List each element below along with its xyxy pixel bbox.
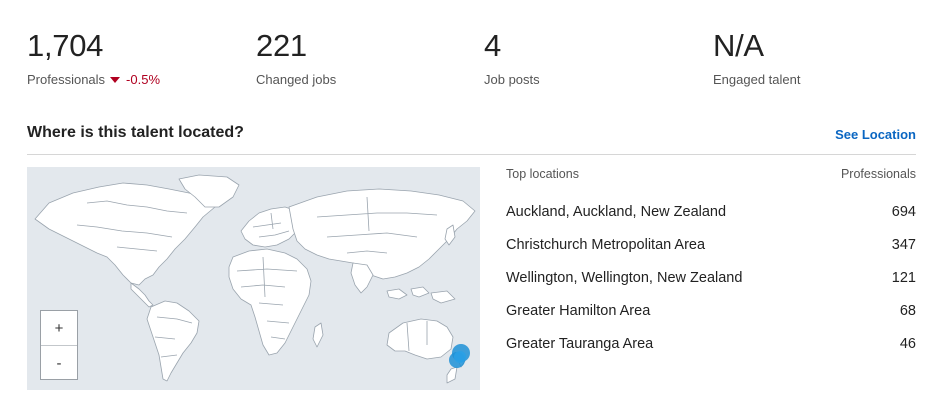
caret-down-icon xyxy=(110,77,121,83)
location-count: 347 xyxy=(891,236,916,253)
stat-value: N/A xyxy=(713,28,764,63)
column-header-professionals: Professionals xyxy=(840,167,916,181)
stat-label: Job posts xyxy=(484,72,540,87)
stat-engaged-talent: N/A Engaged talent xyxy=(713,26,800,87)
map-marker xyxy=(454,351,466,363)
south-america-shape xyxy=(146,300,200,382)
location-section-header: Where is this talent located? See Locati… xyxy=(27,124,916,155)
table-row: Auckland, Auckland, New Zealand 694 xyxy=(506,195,916,228)
stat-value: 221 xyxy=(256,28,307,63)
location-name: Auckland, Auckland, New Zealand xyxy=(506,203,727,220)
zoom-out-button[interactable]: - xyxy=(41,345,77,380)
location-name: Christchurch Metropolitan Area xyxy=(506,236,706,253)
stat-value: 4 xyxy=(484,28,501,63)
delta-badge: -0.5% xyxy=(110,72,160,87)
stat-label: Engaged talent xyxy=(713,72,801,87)
stat-label: Changed jobs xyxy=(256,72,337,87)
top-locations-table: Top locations Professionals Auckland, Au… xyxy=(506,167,916,360)
stat-job-posts: 4 Job posts xyxy=(484,26,540,87)
world-map-svg xyxy=(34,174,476,384)
stat-professionals: 1,704 Professionals -0.5% xyxy=(27,26,160,87)
section-title: Where is this talent located? xyxy=(27,124,244,141)
stats-bar: 1,704 Professionals -0.5% 221 Changed jo… xyxy=(27,26,916,96)
africa-shape xyxy=(228,248,312,356)
madagascar-shape xyxy=(312,322,324,348)
column-header-location: Top locations xyxy=(506,167,579,181)
table-row: Greater Tauranga Area 46 xyxy=(506,327,916,360)
location-count: 694 xyxy=(891,203,916,220)
table-row: Christchurch Metropolitan Area 347 xyxy=(506,228,916,261)
location-count: 121 xyxy=(891,269,916,286)
location-name: Greater Tauranga Area xyxy=(506,335,654,352)
central-america-shape xyxy=(130,282,154,308)
see-location-link[interactable]: See Location xyxy=(835,127,916,142)
table-row: Wellington, Wellington, New Zealand 121 xyxy=(506,261,916,294)
table-header: Top locations Professionals xyxy=(506,167,916,187)
australia-shape xyxy=(386,318,454,360)
zoom-controls: + - xyxy=(40,310,78,380)
table-row: Greater Hamilton Area 68 xyxy=(506,294,916,327)
location-count: 68 xyxy=(899,302,916,319)
zoom-in-button[interactable]: + xyxy=(41,311,77,345)
stat-changed-jobs: 221 Changed jobs xyxy=(256,26,336,87)
location-count: 46 xyxy=(899,335,916,352)
location-markers xyxy=(449,344,470,368)
stat-value: 1,704 xyxy=(27,28,104,63)
world-map[interactable]: + - xyxy=(27,167,480,390)
stat-label: Professionals xyxy=(27,72,106,87)
indonesia-shape xyxy=(386,286,456,304)
location-name: Wellington, Wellington, New Zealand xyxy=(506,269,743,286)
delta-value: -0.5% xyxy=(126,72,161,87)
north-america-shape xyxy=(34,182,216,286)
location-name: Greater Hamilton Area xyxy=(506,302,651,319)
